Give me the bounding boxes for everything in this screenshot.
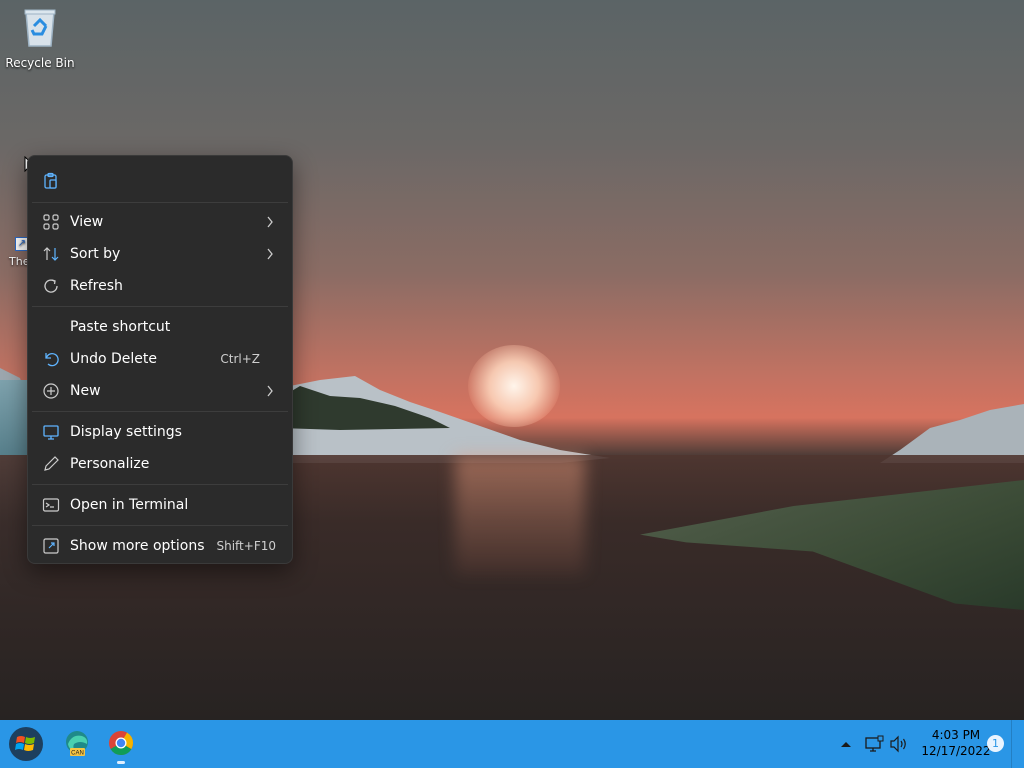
- menu-item-sort-by[interactable]: Sort by: [32, 239, 288, 269]
- menu-item-label: Show more options: [70, 538, 205, 554]
- menu-item-display-settings[interactable]: Display settings: [32, 417, 288, 447]
- menu-item-open-terminal[interactable]: Open in Terminal: [32, 490, 288, 520]
- sun-reflection: [455, 455, 585, 575]
- chevron-right-icon: [267, 385, 273, 397]
- plus-circle-icon: [43, 383, 59, 399]
- menu-item-undo-delete[interactable]: Undo Delete Ctrl+Z: [32, 344, 288, 374]
- show-desktop-button[interactable]: [1011, 720, 1024, 768]
- menu-item-refresh[interactable]: Refresh: [32, 271, 288, 301]
- chevron-up-icon[interactable]: [836, 734, 856, 754]
- terminal-icon: [42, 498, 60, 512]
- chrome-icon: [109, 731, 133, 756]
- menu-item-label: Paste shortcut: [70, 319, 171, 335]
- grid-icon: [43, 214, 59, 230]
- sort-icon: [43, 247, 59, 261]
- desktop-shortcut[interactable]: ↗ The: [9, 237, 29, 271]
- menu-item-new[interactable]: New: [32, 376, 288, 406]
- chevron-right-icon: [267, 216, 273, 228]
- volume-icon[interactable]: [889, 734, 909, 754]
- edge-badge: CAN: [71, 751, 84, 757]
- taskbar-app-edge-canary[interactable]: CAN: [62, 728, 92, 760]
- display-icon: [43, 425, 59, 440]
- taskbar: CAN 4:03 PM 12/17/2022: [0, 720, 1024, 768]
- menu-item-label: Display settings: [70, 424, 182, 440]
- recycle-bin-label: Recycle Bin: [5, 56, 75, 70]
- undo-icon: [45, 352, 59, 367]
- menu-item-label: Personalize: [70, 456, 150, 472]
- edge-icon: CAN: [66, 731, 88, 757]
- menu-item-label: Refresh: [70, 278, 123, 294]
- menu-item-personalize[interactable]: Personalize: [32, 449, 288, 479]
- notification-badge[interactable]: 1: [987, 735, 1004, 752]
- active-app-indicator: [117, 761, 125, 764]
- clipboard-icon: [44, 172, 57, 189]
- menu-item-label: Undo Delete: [70, 351, 158, 367]
- menu-item-label: Sort by: [70, 246, 121, 262]
- paste-button[interactable]: [36, 166, 66, 196]
- recycle-bin-shortcut[interactable]: Recycle Bin: [4, 6, 76, 70]
- windows-logo-icon: [9, 727, 43, 761]
- start-button[interactable]: [8, 726, 44, 762]
- taskbar-app-chrome[interactable]: [106, 728, 136, 764]
- desktop-context-menu: View Sort by Refresh Paste shortcut Undo…: [27, 155, 293, 564]
- menu-separator: [32, 411, 288, 412]
- menu-separator: [32, 525, 288, 526]
- menu-item-label: View: [70, 214, 104, 230]
- clock-time: 4:03 PM: [931, 728, 981, 742]
- menu-item-paste-shortcut[interactable]: Paste shortcut: [32, 312, 288, 342]
- menu-item-show-more-options[interactable]: Show more options Shift+F10: [32, 531, 288, 561]
- menu-item-label: Open in Terminal: [70, 497, 189, 513]
- keyboard-shortcut: Shift+F10: [216, 539, 276, 553]
- network-icon[interactable]: [864, 734, 884, 754]
- pen-icon: [44, 456, 59, 471]
- more-options-icon: [43, 538, 59, 554]
- menu-separator: [32, 484, 288, 485]
- menu-item-label: New: [70, 383, 101, 399]
- menu-item-view[interactable]: View: [32, 207, 288, 237]
- chevron-right-icon: [267, 248, 273, 260]
- menu-separator: [32, 202, 288, 203]
- clock-date: 12/17/2022: [921, 744, 991, 758]
- menu-separator: [32, 306, 288, 307]
- system-clock[interactable]: 4:03 PM 12/17/2022: [914, 727, 998, 759]
- refresh-icon: [44, 279, 58, 293]
- recycle-bin-icon: [20, 6, 60, 48]
- keyboard-shortcut: Ctrl+Z: [220, 352, 260, 366]
